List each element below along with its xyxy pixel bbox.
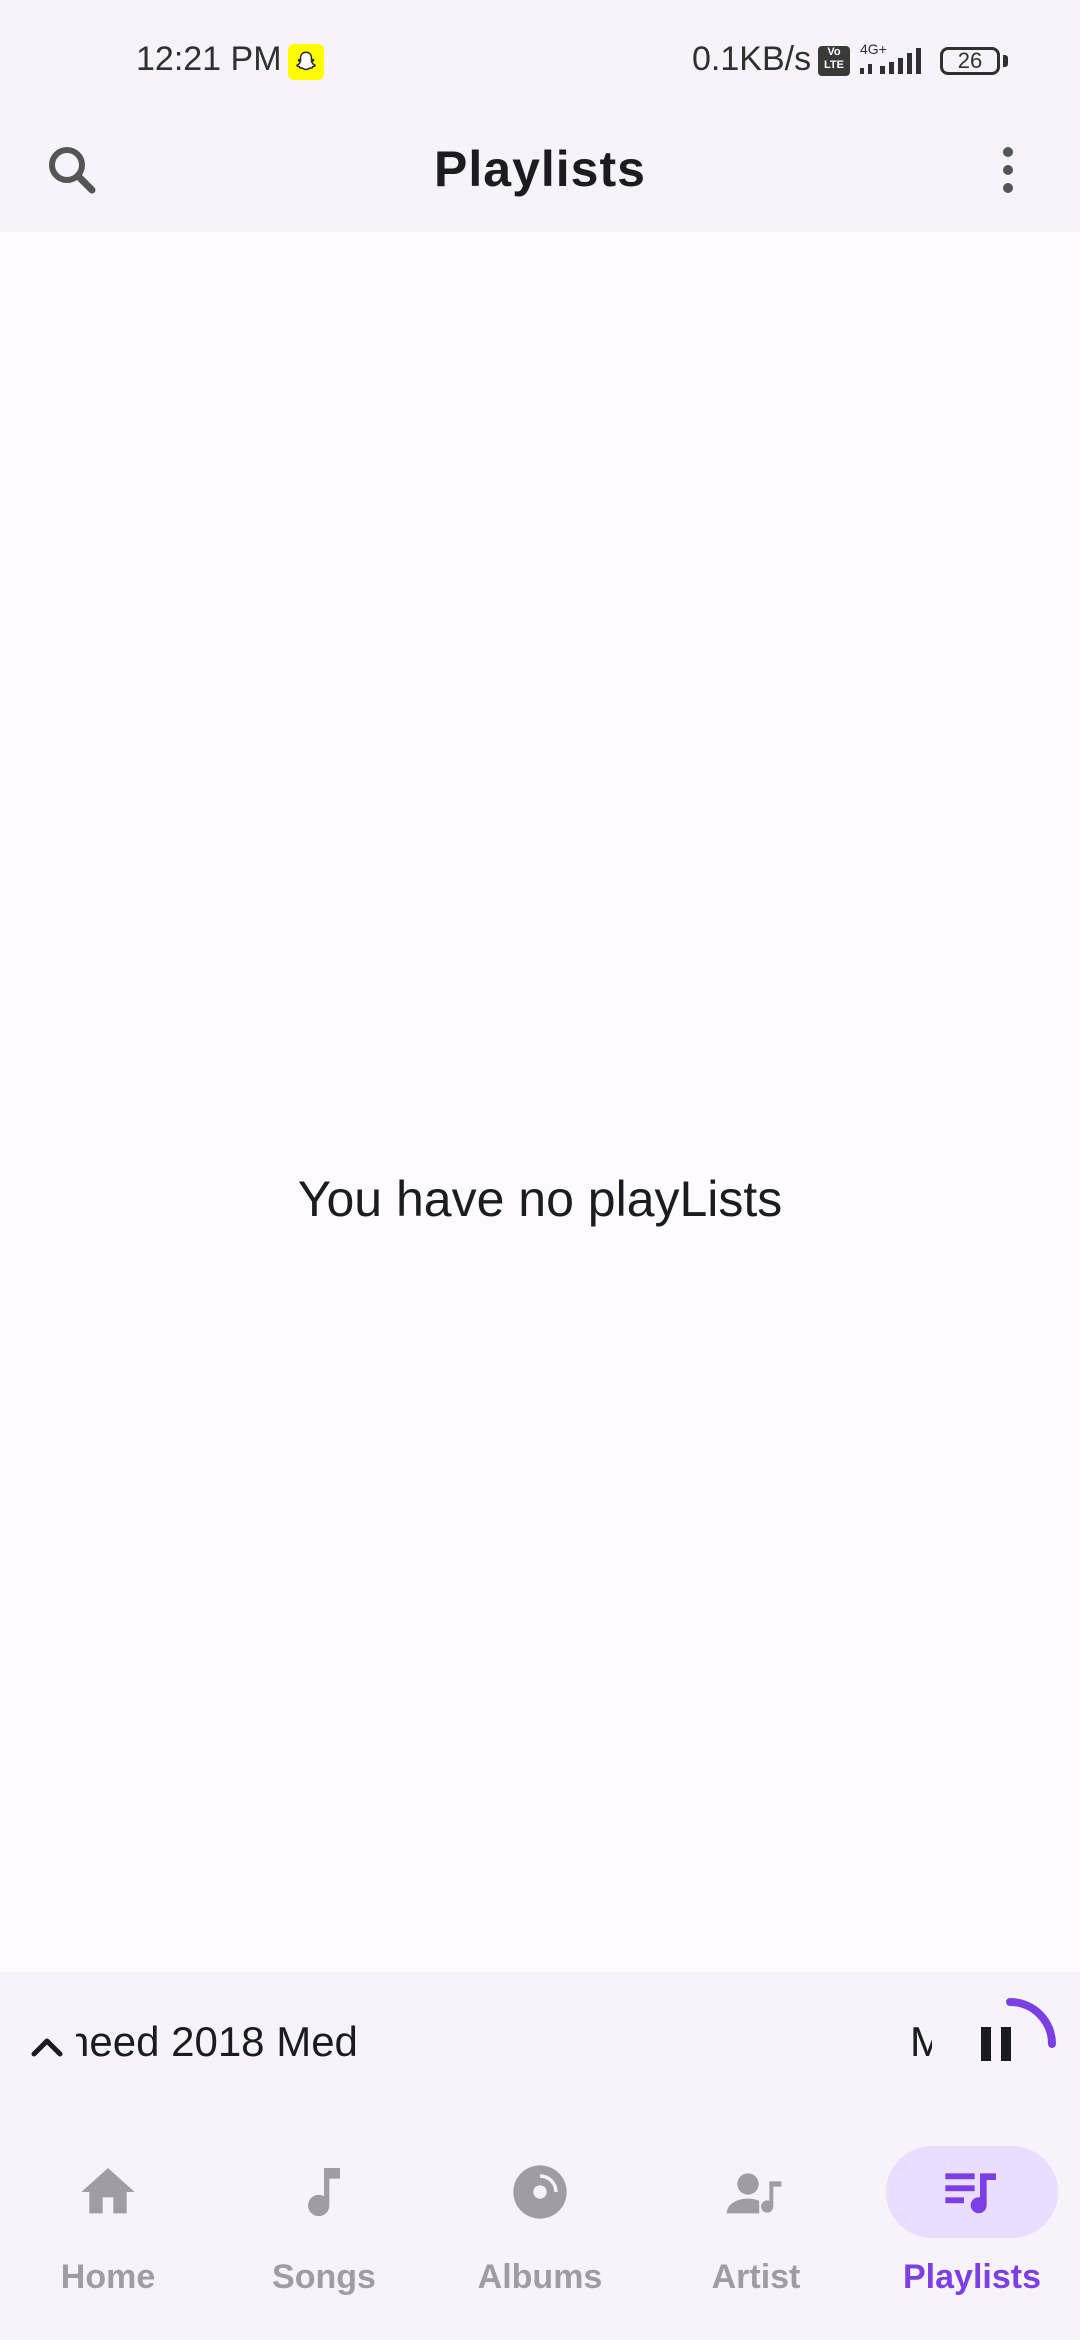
nav-label-home: Home: [60, 2258, 156, 2296]
nav-item-playlists[interactable]: Playlists: [864, 2122, 1080, 2340]
mini-player[interactable]: need 2018 Med M: [0, 1972, 1080, 2122]
nav-icon-container: [454, 2146, 626, 2238]
chevron-up-icon: [31, 2038, 63, 2057]
play-pause-button[interactable]: [960, 1994, 1060, 2094]
battery-icon: 26: [940, 47, 1000, 75]
track-artist: M: [910, 2018, 932, 2065]
nav-icon-container: [22, 2146, 194, 2238]
empty-playlists-message: You have no playLists: [297, 1171, 783, 1227]
home-icon: [81, 2168, 135, 2214]
playback-progress-ring: [1006, 1998, 1056, 2048]
status-time: 12:21 PM: [136, 40, 282, 78]
queue-music-icon: [945, 2173, 996, 2214]
volte-icon: Vo LTE: [818, 46, 850, 76]
track-title: need 2018 Med: [76, 2018, 356, 2065]
nav-icon-container: [238, 2146, 410, 2238]
pause-icon: [981, 2027, 1011, 2061]
nav-item-songs[interactable]: Songs: [216, 2122, 432, 2340]
nav-item-albums[interactable]: Albums: [432, 2122, 648, 2340]
nav-icon-container-active: [886, 2146, 1058, 2238]
signal-icon: 4G+: [858, 40, 928, 80]
more-options-button[interactable]: [984, 138, 1032, 202]
battery-nub: [1003, 55, 1008, 67]
nav-label-songs: Songs: [272, 2258, 376, 2296]
expand-player-button[interactable]: [22, 2022, 72, 2072]
more-vert-icon: [1003, 147, 1013, 193]
nav-item-home[interactable]: Home: [0, 2122, 216, 2340]
bottom-navigation: Home Songs Albums Artist Playlists: [0, 2122, 1080, 2340]
app-bar: Playlists: [0, 126, 1080, 232]
music-note-icon: [308, 2168, 340, 2217]
nav-item-artist[interactable]: Artist: [648, 2122, 864, 2340]
nav-icon-container: [670, 2146, 842, 2238]
nav-label-playlists: Playlists: [903, 2258, 1041, 2296]
track-artist-marquee[interactable]: M: [910, 2018, 932, 2078]
nav-label-artist: Artist: [711, 2258, 801, 2296]
nav-label-albums: Albums: [477, 2258, 603, 2296]
track-title-marquee[interactable]: need 2018 Med: [76, 2018, 356, 2078]
network-type-label: 4G+: [860, 41, 887, 57]
artist-icon: [726, 2173, 782, 2214]
network-speed: 0.1KB/s: [692, 40, 812, 78]
status-bar: 12:21 PM 0.1KB/s Vo LTE 4G+ 26: [0, 0, 1080, 126]
snapchat-notification-icon: [288, 44, 324, 80]
page-title: Playlists: [434, 141, 646, 197]
album-icon: [513, 2165, 567, 2219]
